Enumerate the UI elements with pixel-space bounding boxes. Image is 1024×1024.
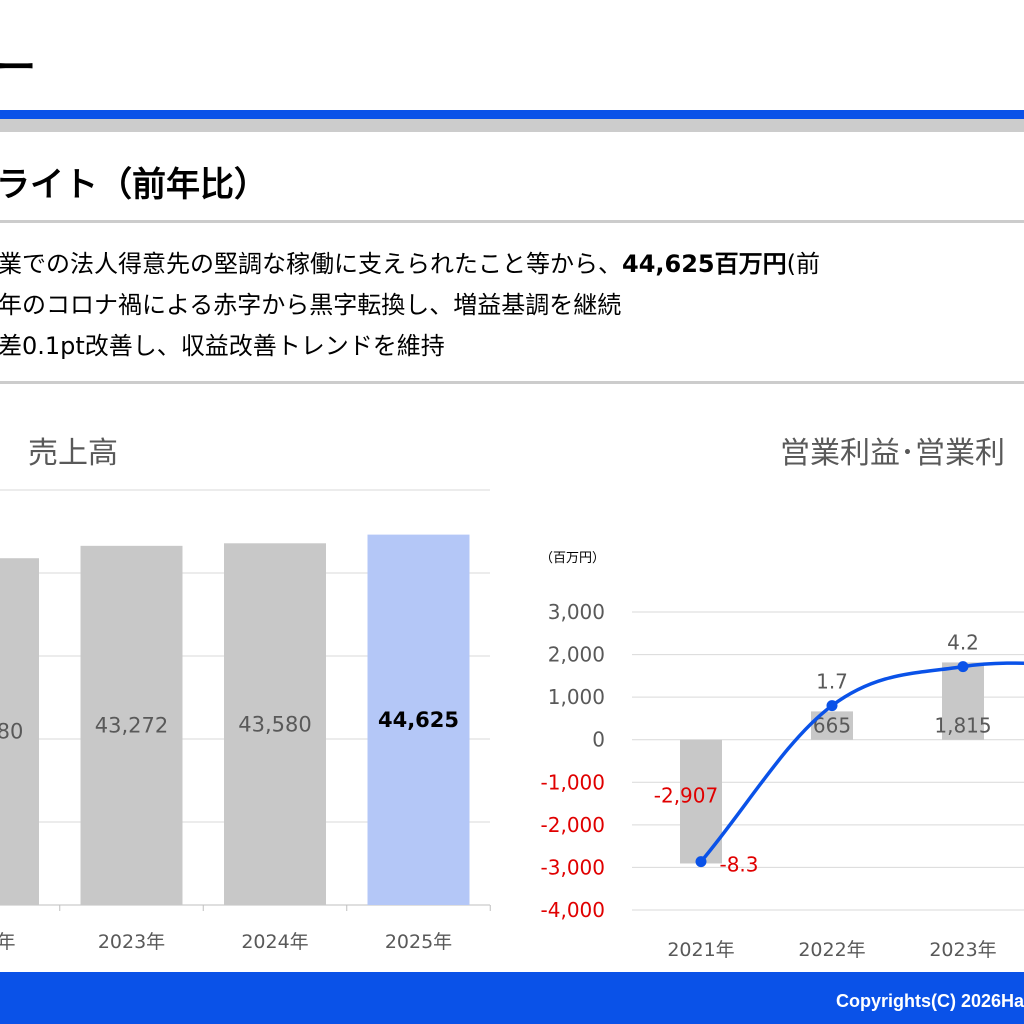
page-title: ー [0,45,36,91]
profit-category-label-0: 2021年 [667,939,734,961]
header-divider-bar [0,119,1024,132]
header-accent-bar [0,110,1024,119]
footer-copyright: Copyrights(C) 2026Ha [835,991,1024,1011]
section-divider-top [0,220,1024,223]
sales-data-label-0: 80 [0,720,23,744]
margin-point-1 [826,700,838,712]
profit-bar-label-2: 1,815 [934,714,991,738]
sales-bar-chart: 80 2年 43,272 2023年 43,580 2024年 44,625 2025年 [0,489,491,953]
profit-ytick-3: 0 [592,728,605,752]
sales-chart-title: 売上高 [28,436,118,471]
profit-ytick-6: -3,000 [541,855,605,879]
profit-ytick-4: -1,000 [541,770,605,794]
profit-combo-chart: （百万円） 3,000 2,000 1,000 0 -1,000 -2,000 -3,000 -… [540,551,1024,961]
section-divider-bottom [0,381,1024,384]
bullet-line-3: 差0.1pt改善し、収益改善トレンドを維持 [0,328,445,364]
bullet-text-1: 業での法人得意先の堅調な稼働に支えられたこと等から、 [0,250,622,278]
sales-category-label-2: 2024年 [241,931,308,953]
profit-chart-title: 営業利益･営業利 [780,436,1005,471]
profit-category-label-1: 2022年 [798,939,865,961]
profit-category-label-2: 2023年 [929,939,996,961]
sales-data-label-3: 44,625 [378,708,459,732]
bullet-bold-1: 44,625百万円 [622,250,787,278]
margin-label-1: 1.7 [816,670,848,694]
profit-ytick-1: 2,000 [548,643,605,667]
section-title: ライト（前年比） [0,165,268,205]
bullet-text-2: 年のコロナ禍による赤字から黒字転換し、増益基調を継続 [0,291,622,319]
sales-category-label-0: 2年 [0,931,16,953]
sales-data-label-2: 43,580 [238,712,311,736]
profit-bar-label-0: -2,907 [654,783,718,807]
margin-point-0 [695,856,707,868]
margin-point-2 [957,661,969,673]
profit-ytick-7: -4,000 [541,898,605,922]
bullet-tail-1: (前 [786,250,820,278]
profit-ytick-5: -2,000 [541,813,605,837]
profit-unit-label: （百万円） [540,551,605,566]
profit-ytick-2: 1,000 [548,685,605,709]
margin-label-0: -8.3 [719,853,758,877]
sales-data-label-1: 43,272 [95,714,168,738]
sales-category-label-3: 2025年 [385,931,452,953]
profit-ytick-0: 3,000 [548,600,605,624]
bullet-text-3: 差0.1pt改善し、収益改善トレンドを維持 [0,332,445,360]
sales-category-label-1: 2023年 [98,931,165,953]
margin-label-2: 4.2 [947,631,979,655]
bullet-line-1: 業での法人得意先の堅調な稼働に支えられたこと等から、44,625百万円(前 [0,246,820,282]
bullet-line-2: 年のコロナ禍による赤字から黒字転換し、増益基調を継続 [0,287,621,323]
